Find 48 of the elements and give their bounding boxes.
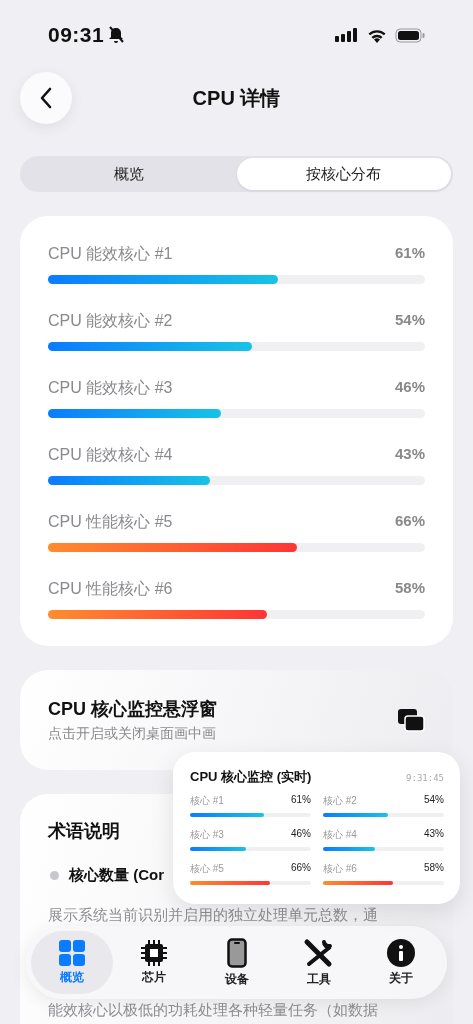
- card-title: CPU 核心监控悬浮窗: [48, 698, 218, 721]
- term-description: 能效核心以极低的功耗处理各种轻量任务（如数据: [48, 1001, 378, 1019]
- card-subtitle: 点击开启或关闭桌面画中画: [48, 725, 217, 743]
- windows-icon: [397, 708, 425, 732]
- bullet-icon: [50, 870, 59, 880]
- core-percentage: 46%: [394, 378, 425, 397]
- core-label: 核心 #3: [190, 828, 224, 842]
- tab-bar-item[interactable]: 工具: [277, 931, 360, 994]
- mute-icon: [108, 26, 125, 44]
- core-label: CPU 性能核心 #6: [48, 579, 173, 599]
- core-percentage: 61%: [394, 244, 425, 263]
- core-percentage: 58%: [394, 579, 425, 598]
- core-label: 核心 #5: [190, 862, 224, 876]
- core-percentage: 58%: [424, 862, 444, 875]
- core-percentage: 61%: [291, 794, 311, 807]
- back-button[interactable]: [20, 72, 72, 124]
- segment-tab[interactable]: 按核心分布: [236, 158, 451, 190]
- core-label: 核心 #6: [323, 862, 357, 876]
- core-label: 核心 #2: [323, 794, 357, 808]
- status-time: 09:31: [48, 23, 105, 47]
- battery-icon: [395, 27, 425, 43]
- core-percentage: 66%: [291, 862, 311, 875]
- tab-bar-item[interactable]: 设备: [195, 931, 278, 994]
- core-percentage: 46%: [291, 828, 311, 841]
- core-label: 核心 #4: [323, 828, 357, 842]
- core-percentage: 43%: [394, 445, 425, 464]
- page-title: CPU 详情: [192, 86, 281, 109]
- card-title: 术语说明: [48, 820, 120, 842]
- core-label: CPU 性能核心 #5: [48, 512, 173, 532]
- term-description: 展示系统当前识别并启用的独立处理单元总数，通: [48, 906, 378, 924]
- back-icon: [39, 87, 53, 109]
- monitor-title: CPU 核心监控 (实时): [190, 768, 312, 786]
- core-label: CPU 能效核心 #4: [48, 445, 173, 465]
- core-percentage: 54%: [394, 311, 425, 330]
- signal-icon: [335, 28, 359, 42]
- core-label: CPU 能效核心 #3: [48, 378, 173, 398]
- core-label: 核心 #1: [190, 794, 224, 808]
- monitor-time: 9:31:45: [406, 773, 444, 783]
- core-label: CPU 能效核心 #1: [48, 244, 173, 264]
- core-percentage: 43%: [424, 828, 444, 841]
- wifi-icon: [367, 27, 387, 43]
- core-label: CPU 能效核心 #2: [48, 311, 173, 331]
- core-percentage: 66%: [394, 512, 425, 531]
- tab-bar-item[interactable]: 关于: [359, 931, 442, 994]
- term-heading: 核心数量 (Cor: [69, 865, 164, 885]
- segment-tab[interactable]: 概览: [22, 158, 237, 190]
- tab-bar-item[interactable]: 芯片: [113, 931, 196, 994]
- core-percentage: 54%: [424, 794, 444, 807]
